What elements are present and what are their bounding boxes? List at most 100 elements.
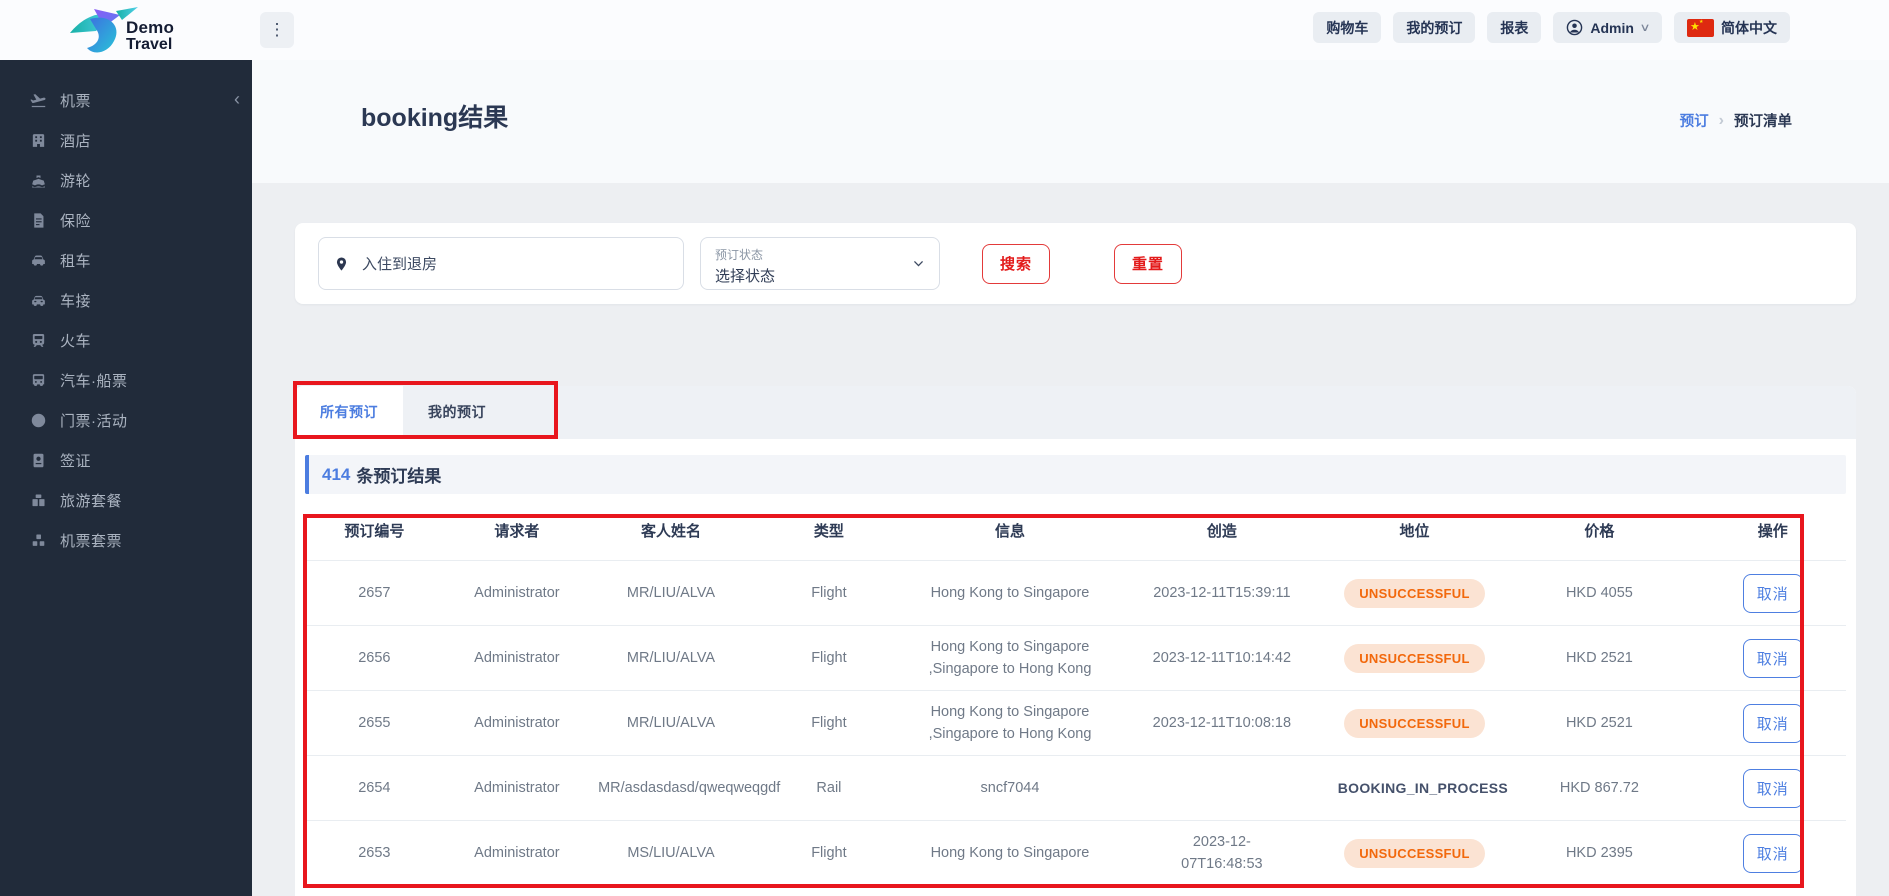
sidebar-item-bus-ferry[interactable]: 汽车·船票 <box>0 360 252 400</box>
tab-my-bookings[interactable]: 我的预订 <box>403 386 511 439</box>
language-switch-button[interactable]: ★ ★ 简体中文 <box>1674 12 1790 43</box>
status-cell: UNSUCCESSFUL <box>1329 560 1500 626</box>
booking-status-select[interactable]: 预订状态 选择状态 <box>700 237 940 290</box>
breadcrumb-parent[interactable]: 预订 <box>1680 110 1709 131</box>
status-badge: BOOKING_IN_PROCESS <box>1337 779 1509 796</box>
chevron-down-icon: ∨ <box>1639 22 1651 34</box>
sidebar-item-flight-package[interactable]: 机票套票 <box>0 520 252 560</box>
cancel-button[interactable]: 取消 <box>1742 833 1803 873</box>
travel-package-icon <box>28 491 48 509</box>
cancel-button[interactable]: 取消 <box>1742 703 1803 743</box>
results-card: 所有预订 我的预订 414 条预订结果 预订编号 请求者 客人姓名 类型 信息 创造 地位 价格… <box>295 386 1856 896</box>
guest-name: MR/LIU/ALVA <box>590 560 752 626</box>
created-at: 2023-12-11T10:08:18 <box>1114 690 1330 756</box>
table-row: 2653 Administrator MS/LIU/ALVA Flight Hong K… <box>305 820 1846 886</box>
sidebar-item-visa[interactable]: 签证 <box>0 440 252 480</box>
booking-info: Hong Kong to Singapore ,Singapore to Hon… <box>905 690 1114 756</box>
topnav-my-bookings-button[interactable]: 我的预订 <box>1393 12 1476 43</box>
sidebar-item-label: 签证 <box>60 452 92 470</box>
train-icon <box>28 331 48 349</box>
language-label: 简体中文 <box>1721 19 1777 36</box>
brand-name-line1: Demo <box>126 18 175 38</box>
sidebar-item-label: 酒店 <box>60 132 92 150</box>
breadcrumb: 预订 › 预订清单 <box>1680 110 1792 131</box>
sidebar-item-car-pickup[interactable]: 车接 <box>0 280 252 320</box>
guest-name: MR/LIU/ALVA <box>590 690 752 756</box>
sidebar-item-tickets-events[interactable]: 门票·活动 <box>0 400 252 440</box>
action-cell: 取消 <box>1699 690 1846 756</box>
results-count: 414 条预订结果 <box>305 455 1846 494</box>
sidebar-item-hotels[interactable]: 酒店 <box>0 120 252 160</box>
bookings-table: 预订编号 请求者 客人姓名 类型 信息 创造 地位 价格 操作 2657 Administrato… <box>305 494 1846 886</box>
booking-info: Hong Kong to Singapore <box>905 820 1114 886</box>
action-cell: 取消 <box>1699 755 1846 821</box>
main-content: booking结果 预订 › 预订清单 入住到退房 预订状态 选择状态 搜索 重… <box>252 60 1889 896</box>
person-icon <box>1567 19 1583 36</box>
checkin-checkout-input[interactable]: 入住到退房 <box>318 237 684 290</box>
sidebar-item-label: 机票套票 <box>60 532 123 550</box>
insurance-icon <box>28 211 48 229</box>
kebab-menu-icon[interactable]: ⋮ <box>260 12 294 48</box>
booking-tabs: 所有预订 我的预订 <box>295 386 1856 439</box>
booking-info: Hong Kong to Singapore ,Singapore to Hon… <box>905 625 1114 691</box>
status-badge: UNSUCCESSFUL <box>1344 578 1485 608</box>
price: HKD 867.72 <box>1499 755 1700 821</box>
sidebar-item-insurance[interactable]: 保险 <box>0 200 252 240</box>
column-header: 预订编号 <box>344 523 405 540</box>
sidebar-item-label: 车接 <box>60 292 92 310</box>
sidebar-item-label: 租车 <box>60 252 92 270</box>
status-cell: BOOKING_IN_PROCESS <box>1329 755 1508 821</box>
booking-number: 2654 <box>305 755 444 821</box>
sidebar-item-label: 机票 <box>60 92 92 110</box>
column-header: 请求者 <box>494 523 540 540</box>
cancel-button[interactable]: 取消 <box>1742 573 1803 613</box>
checkin-checkout-placeholder: 入住到退房 <box>362 256 438 273</box>
chevron-left-icon[interactable]: ‹ <box>234 90 240 108</box>
topnav-reports-button[interactable]: 报表 <box>1487 12 1542 43</box>
table-row: 2656 Administrator MR/LIU/ALVA Flight Hong K… <box>305 625 1846 691</box>
price: HKD 4055 <box>1499 560 1700 626</box>
booking-number: 2653 <box>305 820 444 886</box>
car-rental-icon <box>28 251 48 269</box>
tab-all-bookings[interactable]: 所有预订 <box>295 386 403 439</box>
guest-name: MS/LIU/ALVA <box>590 820 752 886</box>
status-select-value: 选择状态 <box>715 268 776 285</box>
booking-type: Flight <box>751 820 906 886</box>
status-select-label: 预订状态 <box>715 248 764 262</box>
action-cell: 取消 <box>1699 560 1846 626</box>
sidebar: ‹ 机票酒店游轮保险租车车接火车汽车·船票门票·活动签证旅游套餐机票套票 <box>0 60 252 896</box>
topnav-cart-button[interactable]: 购物车 <box>1313 12 1382 43</box>
cancel-button[interactable]: 取消 <box>1742 638 1803 678</box>
sidebar-item-label: 火车 <box>60 332 92 350</box>
booking-info: Hong Kong to Singapore <box>905 560 1114 626</box>
sidebar-item-car-rental[interactable]: 租车 <box>0 240 252 280</box>
admin-menu-button[interactable]: Admin ∨ <box>1553 12 1662 43</box>
price: HKD 2395 <box>1499 820 1700 886</box>
created-at: 2023-12- 07T16:48:53 <box>1114 820 1330 886</box>
status-cell: UNSUCCESSFUL <box>1329 690 1500 756</box>
sidebar-item-trains[interactable]: 火车 <box>0 320 252 360</box>
results-count-number: 414 <box>322 464 351 484</box>
search-button[interactable]: 搜索 <box>982 243 1051 284</box>
china-flag-icon: ★ ★ <box>1687 18 1714 37</box>
status-badge: UNSUCCESSFUL <box>1344 708 1485 738</box>
requester: Administrator <box>443 625 591 691</box>
brand-logo[interactable]: Demo Travel <box>66 3 174 59</box>
flight-package-icon <box>28 531 48 549</box>
sidebar-item-label: 汽车·船票 <box>60 372 128 390</box>
booking-type: Flight <box>751 690 906 756</box>
results-count-suffix: 条预订结果 <box>356 467 442 486</box>
booking-info: sncf7044 <box>905 755 1114 821</box>
cancel-button[interactable]: 取消 <box>1742 768 1803 808</box>
requester: Administrator <box>443 690 591 756</box>
sidebar-item-cruises[interactable]: 游轮 <box>0 160 252 200</box>
sidebar-item-flights[interactable]: 机票 <box>0 80 252 120</box>
price: HKD 2521 <box>1499 625 1700 691</box>
reset-button[interactable]: 重置 <box>1114 243 1183 284</box>
sidebar-item-travel-package[interactable]: 旅游套餐 <box>0 480 252 520</box>
flight-icon <box>28 91 48 109</box>
sidebar-item-label: 游轮 <box>60 172 92 190</box>
brand-name: Demo Travel <box>126 19 174 53</box>
breadcrumb-current: 预订清单 <box>1734 114 1792 130</box>
guest-name: MR/LIU/ALVA <box>590 625 752 691</box>
